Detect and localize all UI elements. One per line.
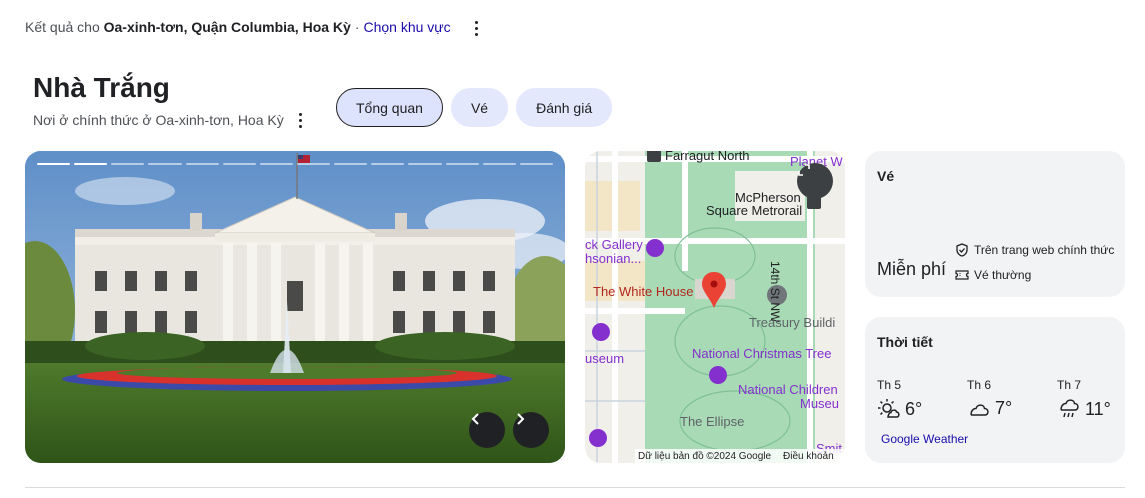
expand-icon bbox=[798, 164, 810, 176]
weather-day-name: Th 7 bbox=[1057, 378, 1082, 392]
map-label-christmas-tree: National Christmas Tree bbox=[692, 346, 832, 361]
sun-cloud-icon bbox=[878, 399, 900, 418]
section-divider bbox=[25, 487, 1125, 488]
map-terms-link[interactable]: Điều khoản bbox=[783, 451, 834, 462]
map-label-museum: useum bbox=[585, 351, 625, 366]
ticket-feature-regular-text: Vé thường bbox=[974, 268, 1032, 282]
carousel-prev-button[interactable] bbox=[469, 412, 505, 448]
tickets-card[interactable]: Vé Miễn phí Trên trang web chính thức Vé… bbox=[865, 151, 1125, 297]
weather-day-temp: 6° bbox=[905, 398, 923, 419]
map-label-white-house: The White House bbox=[593, 284, 694, 299]
weather-title: Thời tiết bbox=[877, 334, 933, 350]
carousel-progress bbox=[37, 163, 553, 165]
chevron-right-icon bbox=[517, 413, 525, 425]
tab-tickets[interactable]: Vé bbox=[450, 88, 509, 127]
map-label-children-2: Museu bbox=[800, 396, 840, 411]
tab-reviews[interactable]: Đánh giá bbox=[516, 88, 613, 127]
results-location: Oa-xinh-tơn, Quận Columbia, Hoa Kỳ bbox=[103, 19, 351, 35]
ticket-feature-regular: Vé thường bbox=[955, 268, 1031, 282]
ticket-price: Miễn phí bbox=[877, 259, 947, 279]
map-label-farragut: Farragut North bbox=[665, 151, 750, 163]
weather-day-name: Th 5 bbox=[877, 378, 902, 392]
entity-subtitle-row: Nơi ở chính thức ở Oa-xinh-tơn, Hoa Kỳ bbox=[33, 112, 306, 128]
weather-day-temp: 7° bbox=[995, 398, 1013, 418]
location-map[interactable]: Farragut North Planet W McPherson Square… bbox=[585, 151, 845, 463]
change-region-link[interactable]: Chọn khu vực bbox=[363, 19, 450, 35]
tickets-title: Vé bbox=[877, 168, 895, 184]
weather-day-name: Th 6 bbox=[967, 378, 992, 392]
more-options-icon[interactable] bbox=[468, 18, 484, 38]
weather-card[interactable]: Thời tiết Th 5 6° Th 6 7° Th 7 11° Googl… bbox=[865, 317, 1125, 463]
map-label-gallery-2: hsonian... bbox=[585, 251, 642, 266]
map-label-gallery-1: ck Gallery bbox=[585, 237, 643, 252]
entity-subtitle: Nơi ở chính thức ở Oa-xinh-tơn, Hoa Kỳ bbox=[33, 112, 284, 128]
map-expand-button[interactable] bbox=[797, 163, 833, 199]
separator: · bbox=[354, 19, 360, 35]
map-label-ellipse: The Ellipse bbox=[680, 414, 745, 429]
entity-more-icon[interactable] bbox=[296, 112, 306, 128]
map-data-credit: Dữ liệu bản đồ ©2024 Google bbox=[638, 450, 772, 462]
weather-forecast: Th 5 6° Th 6 7° Th 7 11° bbox=[877, 378, 1145, 420]
weather-day-temp: 11° bbox=[1085, 398, 1111, 419]
results-location-line: Kết quả cho Oa-xinh-tơn, Quận Columbia, … bbox=[25, 19, 451, 35]
page-title: Nhà Trắng bbox=[33, 72, 170, 103]
weather-day: Th 5 6° bbox=[877, 378, 967, 420]
ticket-feature-official: Trên trang web chính thức bbox=[955, 243, 1114, 257]
weather-day: Th 7 11° bbox=[1057, 378, 1145, 420]
cloud-icon bbox=[970, 403, 989, 416]
results-prefix: Kết quả cho bbox=[25, 19, 100, 35]
weather-day: Th 6 7° bbox=[967, 378, 1057, 420]
rain-cloud-icon bbox=[1060, 399, 1079, 418]
ticket-feature-official-text: Trên trang web chính thức bbox=[974, 243, 1115, 257]
map-label-mcpherson-2: Square Metrorail bbox=[706, 203, 803, 218]
map-label-treasury: Treasury Buildi bbox=[749, 315, 836, 330]
tab-overview[interactable]: Tổng quan bbox=[336, 88, 443, 127]
google-weather-link[interactable]: Google Weather bbox=[881, 432, 968, 446]
map-label-street: 14th St NW bbox=[768, 261, 782, 323]
ticket-icon bbox=[955, 270, 969, 280]
chevron-left-icon bbox=[471, 413, 479, 425]
entity-tabs: Tổng quan Vé Đánh giá bbox=[336, 88, 613, 127]
carousel-next-button[interactable] bbox=[513, 412, 549, 448]
map-attribution: Dữ liệu bản đồ ©2024 Google Điều khoản bbox=[635, 449, 845, 463]
shield-check-icon bbox=[956, 243, 968, 257]
map-label-children-1: National Children bbox=[738, 382, 838, 397]
photo-carousel[interactable] bbox=[25, 151, 565, 463]
